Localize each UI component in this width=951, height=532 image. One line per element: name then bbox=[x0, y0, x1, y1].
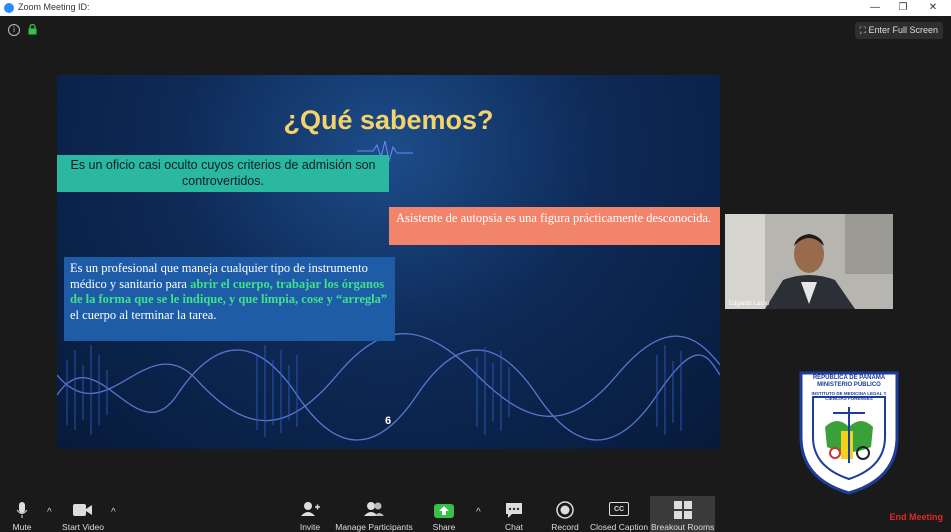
mute-button[interactable]: Mute bbox=[6, 496, 38, 532]
window-titlebar: Zoom Meeting ID: — ❐ ✕ bbox=[0, 0, 951, 16]
participant-video-frame bbox=[725, 214, 893, 309]
share-button[interactable]: Share bbox=[429, 496, 459, 532]
logo-sub-text: MINISTERIO PÚBLICO bbox=[817, 382, 881, 388]
logo-ring-text: INSTITUTO DE MEDICINA LEGAL Y CIENCIAS F… bbox=[811, 391, 887, 401]
instituto-medicina-legal-logo: REPÚBLICA DE PANAMÁ MINISTERIO PÚBLICO I… bbox=[797, 367, 901, 495]
chat-bubble-icon bbox=[506, 503, 522, 518]
participant-video[interactable]: Edgardo Lasso bbox=[725, 214, 893, 309]
fullscreen-label: Enter Full Screen bbox=[868, 25, 938, 35]
start-video-button[interactable]: Start Video bbox=[60, 496, 106, 532]
slide-page-number: 6 bbox=[385, 415, 392, 427]
slide-box-oficio: Es un oficio casi oculto cuyos criterios… bbox=[57, 155, 389, 192]
manage-participants-button[interactable]: Manage Participants bbox=[334, 496, 414, 532]
minimize-button[interactable]: — bbox=[861, 0, 889, 16]
share-screen-icon bbox=[434, 504, 454, 518]
camera-icon bbox=[73, 504, 92, 516]
slide-box-asistente: Asistente de autopsia es una figura prác… bbox=[389, 207, 720, 245]
closed-caption-button[interactable]: CC Closed Caption bbox=[589, 496, 649, 532]
restore-button[interactable]: ❐ bbox=[889, 0, 917, 16]
fullscreen-icon: ⛶ bbox=[859, 25, 866, 35]
participant-name: Edgardo Lasso bbox=[729, 301, 770, 307]
slide-box-profesional: Es un profesional que maneja cualquier t… bbox=[64, 257, 395, 341]
slide-title: ¿Qué sabemos? bbox=[283, 105, 494, 135]
share-options-caret[interactable]: ^ bbox=[476, 507, 481, 518]
shared-screen-slide: ¿Qué sabemos? Es un oficio casi oculto c… bbox=[57, 75, 720, 449]
audio-options-caret[interactable]: ^ bbox=[47, 507, 52, 518]
lock-icon bbox=[28, 24, 37, 35]
breakout-grid-icon bbox=[673, 501, 692, 519]
close-button[interactable]: ✕ bbox=[919, 0, 947, 16]
logo-top-text: REPÚBLICA DE PANAMÁ bbox=[812, 375, 886, 381]
microphone-icon bbox=[16, 502, 28, 518]
meeting-toolbar: Mute ^ Start Video ^ Invite Manage Parti… bbox=[0, 496, 951, 532]
cc-icon: CC bbox=[609, 502, 629, 516]
participants-icon bbox=[364, 502, 384, 516]
invite-button[interactable]: Invite bbox=[293, 496, 327, 532]
enter-full-screen-button[interactable]: ⛶ Enter Full Screen bbox=[854, 22, 943, 39]
chat-button[interactable]: Chat bbox=[500, 496, 528, 532]
record-icon bbox=[556, 501, 574, 519]
video-options-caret[interactable]: ^ bbox=[111, 507, 116, 518]
record-button[interactable]: Record bbox=[549, 496, 581, 532]
meeting-info-icon[interactable]: i bbox=[8, 24, 20, 36]
breakout-rooms-button[interactable]: Breakout Rooms bbox=[651, 496, 714, 532]
box3-text-2: el cuerpo al terminar la tarea. bbox=[70, 307, 217, 322]
end-meeting-button[interactable]: End Meeting bbox=[890, 512, 944, 522]
zoom-app-icon bbox=[4, 3, 14, 13]
window-title: Zoom Meeting ID: bbox=[18, 2, 90, 12]
invite-person-icon bbox=[301, 502, 320, 516]
